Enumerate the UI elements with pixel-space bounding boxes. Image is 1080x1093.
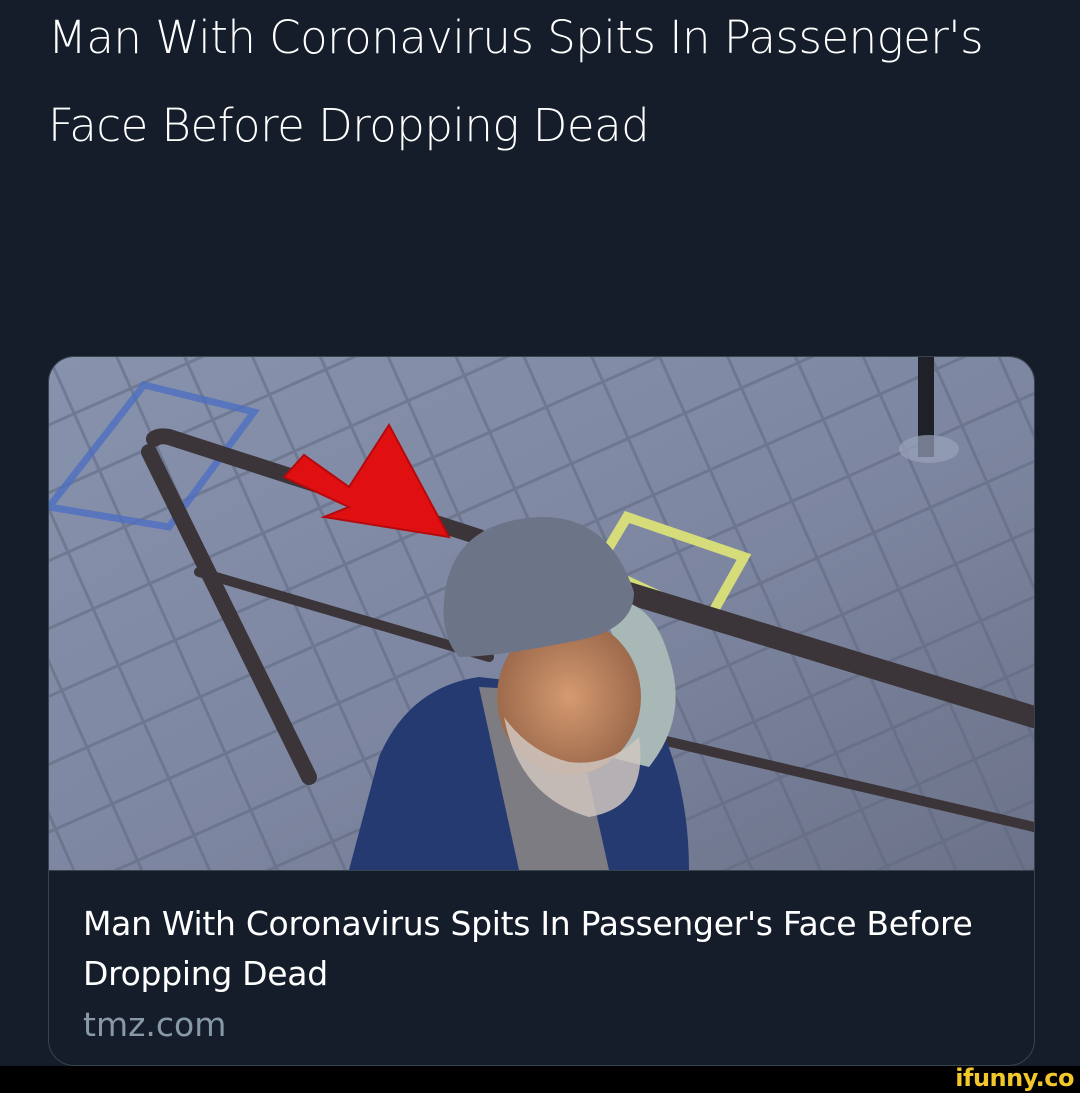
link-preview-title[interactable]: Man With Coronavirus Spits In Passenger'… <box>83 899 1003 999</box>
link-preview-meta[interactable]: Man With Coronavirus Spits In Passenger'… <box>49 870 1034 1065</box>
link-preview-domain: tmz.com <box>83 1005 227 1044</box>
ifunny-watermark: ifunny.co <box>955 1064 1074 1092</box>
tweet-text: Man With Coronavirus Spits In Passenger'… <box>48 11 984 152</box>
tweet-post: Man With Coronavirus Spits In Passenger'… <box>0 0 1080 1066</box>
link-preview-image[interactable] <box>49 357 1034 870</box>
link-preview-card[interactable]: Man With Coronavirus Spits In Passenger'… <box>48 356 1035 1066</box>
pole-base <box>899 435 959 463</box>
watermark-bar <box>0 1066 1080 1093</box>
